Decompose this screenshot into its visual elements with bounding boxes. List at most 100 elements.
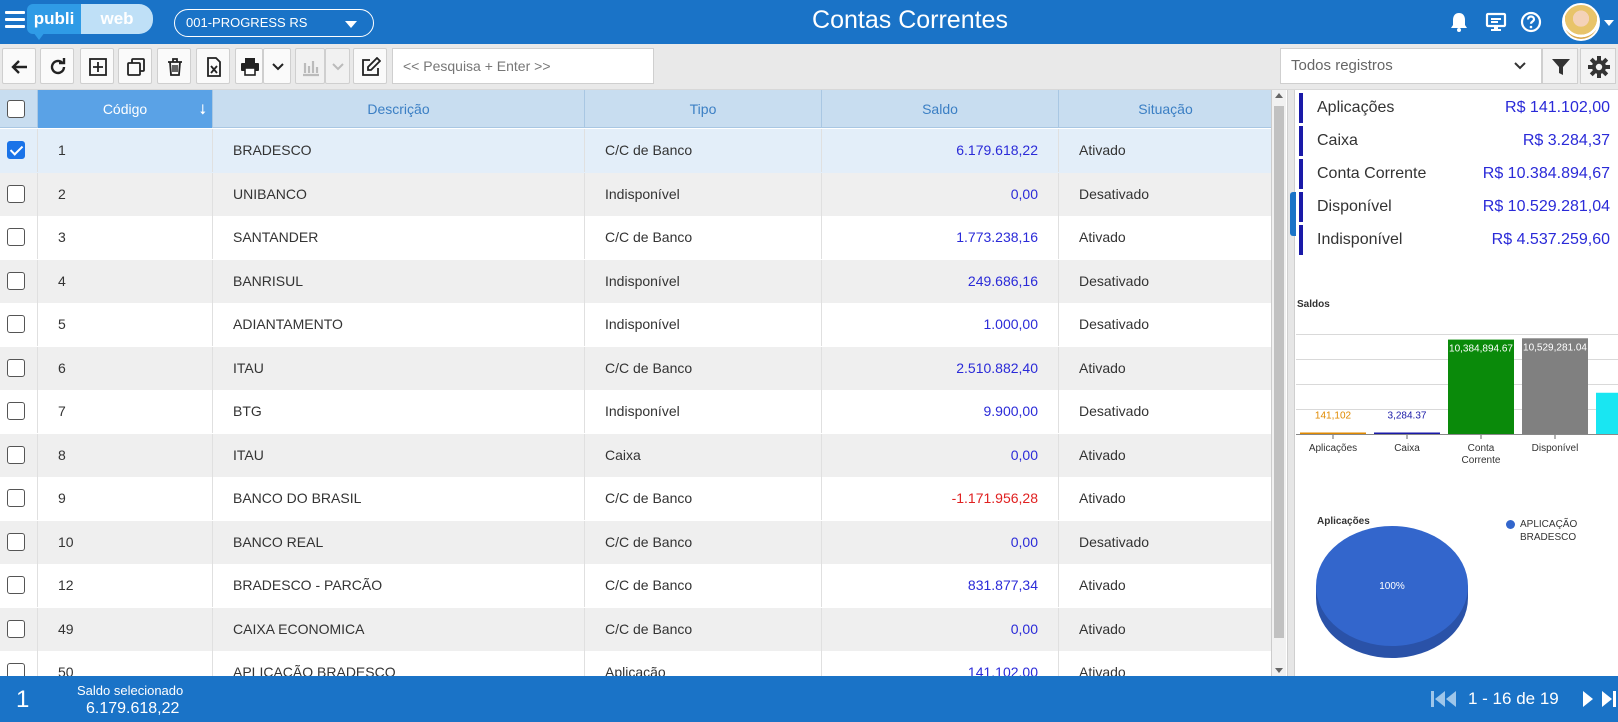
- print-options-button[interactable]: [263, 48, 291, 84]
- summary-value: R$ 10.529.281,04: [1482, 198, 1610, 215]
- chart-options-button[interactable]: [325, 48, 350, 84]
- column-header-saldo[interactable]: Saldo: [822, 90, 1059, 128]
- table-row[interactable]: 12 BRADESCO - PARCÃO C/C de Banco 831.877,3…: [0, 564, 1271, 608]
- cell-checkbox: [0, 651, 38, 676]
- chevron-down-icon[interactable]: [1604, 20, 1614, 26]
- row-checkbox[interactable]: [7, 445, 25, 464]
- cell-tipo: C/C de Banco: [585, 129, 822, 172]
- row-checkbox[interactable]: [7, 489, 25, 507]
- table-row[interactable]: 50 APLICAÇÃO BRADESCO Aplicação 141.102,00 A…: [0, 651, 1271, 676]
- cell-tipo: Indisponível: [585, 172, 822, 216]
- back-button[interactable]: [2, 48, 36, 84]
- search-input[interactable]: [392, 48, 654, 84]
- table-row[interactable]: 6 ITAU C/C de Banco 2.510.882,40 Ativado: [0, 346, 1271, 390]
- row-checkbox[interactable]: [7, 402, 25, 420]
- scroll-up-icon[interactable]: [1275, 93, 1283, 98]
- table-row[interactable]: 9 BANCO DO BRASIL C/C de Banco -1.171.956,2…: [0, 477, 1271, 521]
- cell-checkbox: [0, 129, 38, 172]
- help-icon[interactable]: [1520, 11, 1542, 33]
- cell-descricao: BANCO DO BRASIL: [213, 477, 585, 520]
- delete-button[interactable]: [157, 48, 191, 84]
- summary-label: Aplicações: [1317, 99, 1395, 116]
- menu-icon[interactable]: [5, 11, 25, 31]
- records-filter-select[interactable]: Todos registros: [1280, 48, 1542, 84]
- cell-tipo: C/C de Banco: [585, 520, 822, 564]
- data-label-3: 10,529,281.04: [1523, 342, 1587, 353]
- arrow-left-icon: [11, 60, 27, 74]
- first-page-icon[interactable]: [1430, 689, 1460, 709]
- table-row[interactable]: 49 CAIXA ECONOMICA C/C de Banco 0,00 Ativado: [0, 607, 1271, 651]
- accounts-grid: Código ⭣ Descrição Tipo Saldo Situação 1…: [0, 90, 1272, 676]
- chevron-down-icon: [345, 21, 357, 28]
- row-checkbox[interactable]: [7, 619, 25, 638]
- summary-label: Caixa: [1317, 132, 1358, 149]
- settings-button[interactable]: [1580, 48, 1616, 84]
- summary-panel: Aplicações R$ 141.102,00 Caixa R$ 3.284,37 C…: [1296, 90, 1618, 676]
- summary-row: Aplicações R$ 141.102,00: [1299, 93, 1616, 123]
- export-excel-button[interactable]: [196, 48, 230, 84]
- table-row[interactable]: 4 BANRISUL Indisponível 249.686,16 Desativad…: [0, 259, 1271, 303]
- column-header-descricao[interactable]: Descrição: [213, 90, 585, 128]
- refresh-button[interactable]: [40, 48, 74, 84]
- select-all-cell: [0, 90, 38, 128]
- table-row[interactable]: 8 ITAU Caixa 0,00 Ativado: [0, 433, 1271, 477]
- table-row[interactable]: 3 SANTANDER C/C de Banco 1.773.238,16 Ativad…: [0, 216, 1271, 260]
- filter-button[interactable]: [1542, 48, 1578, 84]
- cell-descricao: BANRISUL: [213, 259, 585, 303]
- scroll-down-icon[interactable]: [1275, 668, 1283, 673]
- row-checkbox[interactable]: [7, 184, 25, 203]
- table-row[interactable]: 5 ADIANTAMENTO Indisponível 1.000,00 Desativ…: [0, 303, 1271, 347]
- column-header-situacao[interactable]: Situação: [1059, 90, 1271, 128]
- print-button[interactable]: [235, 48, 263, 84]
- summary-label: Disponível: [1317, 198, 1392, 215]
- scrollbar-thumb[interactable]: [1274, 106, 1284, 638]
- cell-checkbox: [0, 303, 38, 346]
- cell-codigo: 50: [38, 651, 213, 676]
- cell-saldo: 0,00: [822, 607, 1059, 651]
- next-page-icon[interactable]: [1582, 689, 1618, 709]
- company-select[interactable]: 001-PROGRESS RS: [174, 9, 374, 37]
- cell-codigo: 10: [38, 520, 213, 564]
- row-checkbox[interactable]: [7, 532, 25, 551]
- cell-saldo: 1.773.238,16: [822, 216, 1059, 259]
- row-checkbox[interactable]: [7, 315, 25, 333]
- pie-legend[interactable]: APLICAÇÃO BRADESCO: [1506, 518, 1577, 544]
- toolbar: Todos registros: [0, 44, 1618, 90]
- cell-checkbox: [0, 433, 38, 477]
- add-button[interactable]: [80, 48, 114, 84]
- table-row[interactable]: 7 BTG Indisponível 9.900,00 Desativado: [0, 390, 1271, 434]
- grid-scrollbar[interactable]: [1272, 90, 1286, 676]
- monitor-icon[interactable]: [1485, 11, 1507, 33]
- row-checkbox[interactable]: [7, 141, 25, 159]
- saldos-bar-chart: 141,102 Aplicações 3,284.37 Caixa 10,384,894…: [1296, 334, 1618, 466]
- avatar[interactable]: [1562, 3, 1600, 41]
- bell-icon[interactable]: [1448, 11, 1470, 33]
- table-row[interactable]: 1 BRADESCO C/C de Banco 6.179.618,22 Ativado: [0, 129, 1271, 173]
- bar-1: [1374, 432, 1440, 434]
- table-row[interactable]: 10 BANCO REAL C/C de Banco 0,00 Desativado: [0, 520, 1271, 564]
- duplicate-button[interactable]: [118, 48, 152, 84]
- row-checkbox[interactable]: [7, 228, 25, 246]
- row-checkbox[interactable]: [7, 358, 25, 377]
- cell-checkbox: [0, 259, 38, 303]
- row-checkbox[interactable]: [7, 576, 25, 594]
- data-label-2: 10,384,894.67: [1449, 344, 1513, 355]
- cell-checkbox: [0, 477, 38, 520]
- cell-situacao: Ativado: [1079, 620, 1126, 637]
- aplicacoes-pie-chart: 100%: [1316, 526, 1468, 658]
- chart-button[interactable]: [295, 48, 325, 84]
- edit-button[interactable]: [353, 48, 387, 84]
- cell-descricao: ITAU: [213, 433, 585, 477]
- cell-saldo: 831.877,34: [822, 564, 1059, 607]
- table-row[interactable]: 2 UNIBANCO Indisponível 0,00 Desativado: [0, 172, 1271, 216]
- row-checkbox[interactable]: [7, 271, 25, 290]
- filter-icon: [1552, 59, 1570, 75]
- column-header-tipo[interactable]: Tipo: [585, 90, 822, 128]
- cell-situacao: Ativado: [1079, 359, 1126, 376]
- panel-splitter[interactable]: [1287, 90, 1295, 676]
- chevron-down-icon: [1514, 62, 1526, 70]
- column-header-codigo[interactable]: Código ⭣: [38, 90, 213, 128]
- page-title: Contas Correntes: [812, 6, 1008, 34]
- select-all-checkbox[interactable]: [7, 100, 25, 118]
- row-checkbox[interactable]: [7, 663, 25, 676]
